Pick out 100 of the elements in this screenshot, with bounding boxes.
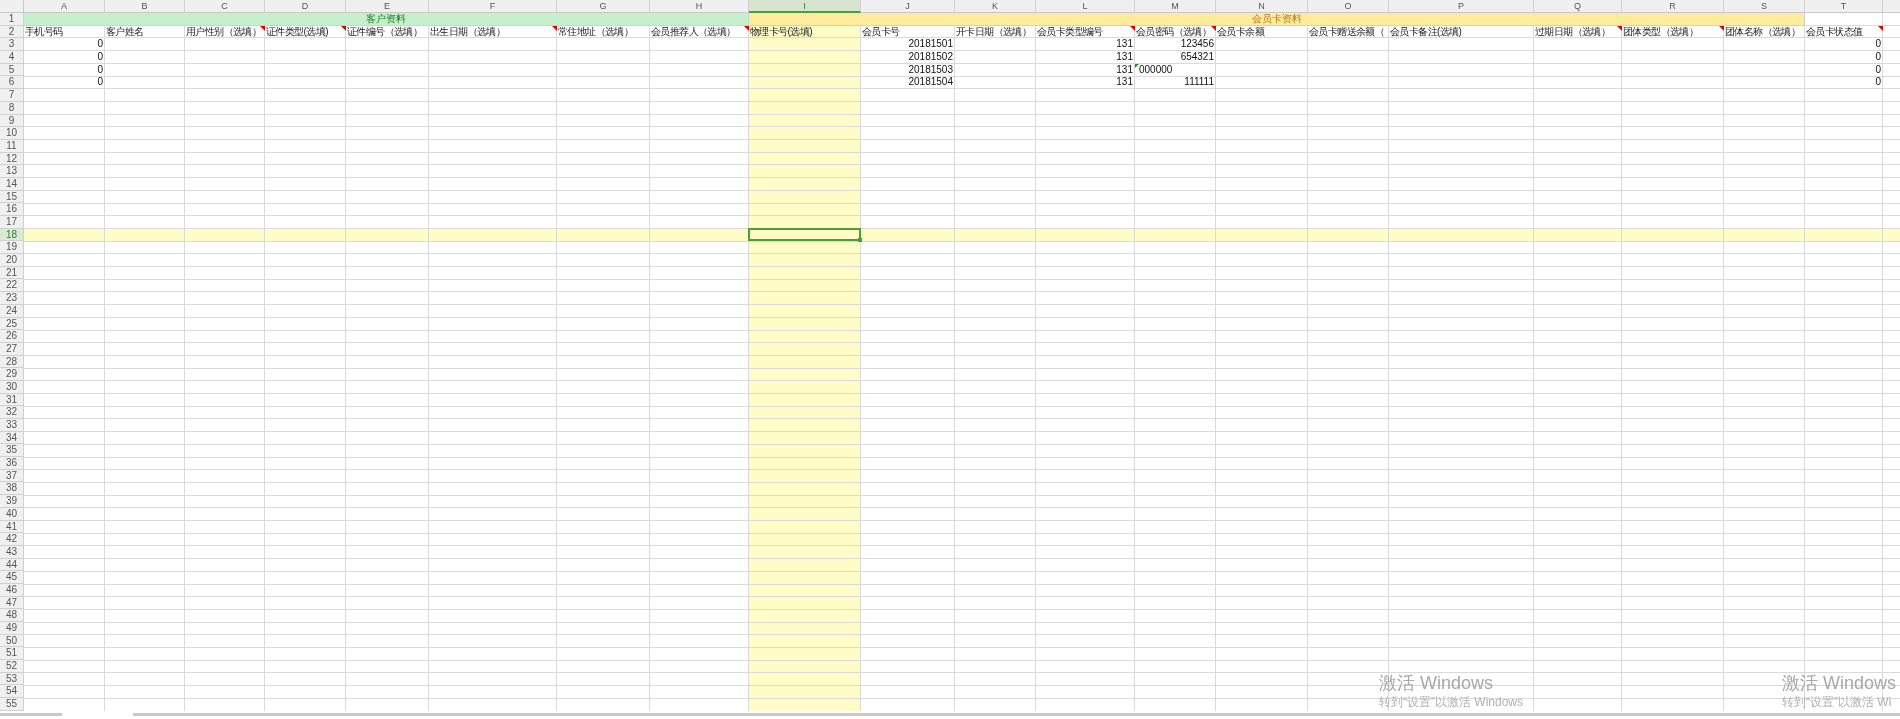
field-header: 出生日期（选填） bbox=[429, 25, 506, 38]
table-cell-text: 20181502 bbox=[908, 51, 954, 64]
table-cell-text: 131 bbox=[1116, 63, 1134, 77]
comment-indicator-icon[interactable] bbox=[1617, 25, 1622, 31]
row-header[interactable]: 1 bbox=[0, 13, 24, 26]
column-header[interactable]: B bbox=[105, 0, 185, 13]
comment-indicator-icon[interactable] bbox=[260, 25, 265, 31]
field-header: 会员卡备注(选填) bbox=[1389, 25, 1462, 38]
column-header[interactable]: I bbox=[749, 0, 861, 13]
section-header: 客户资料 bbox=[24, 13, 749, 26]
field-header: 客户姓名 bbox=[105, 25, 144, 38]
comment-indicator-icon[interactable] bbox=[1130, 25, 1135, 31]
field-header: 会员卡类型编号 bbox=[1036, 25, 1103, 38]
row-header[interactable]: 39 bbox=[0, 495, 24, 508]
row-header[interactable]: 54 bbox=[0, 685, 24, 699]
column-header[interactable]: M bbox=[1135, 0, 1216, 13]
table-cell-text: 20181501 bbox=[908, 38, 954, 52]
table-cell-text: 654321 bbox=[1180, 51, 1215, 64]
column-header-filler bbox=[1883, 0, 1900, 13]
fill-handle[interactable] bbox=[858, 238, 862, 243]
activation-hint: 转到“设置”以激活 Windows bbox=[1379, 694, 1523, 710]
table-cell-text: 131 bbox=[1116, 51, 1134, 64]
row-header[interactable]: 32 bbox=[0, 406, 24, 419]
row-header[interactable]: 10 bbox=[0, 127, 24, 140]
column-header[interactable]: D bbox=[265, 0, 346, 13]
column-header[interactable]: J bbox=[861, 0, 955, 13]
table-cell-text: 0 bbox=[97, 51, 104, 64]
section-header: 会员卡资料 bbox=[749, 13, 1805, 26]
comment-indicator-icon[interactable] bbox=[1211, 25, 1216, 31]
row-header[interactable]: 6 bbox=[0, 76, 24, 90]
column-header[interactable]: S bbox=[1724, 0, 1805, 13]
field-header: 开卡日期（选填） bbox=[955, 25, 1032, 38]
table-cell-text: 0 bbox=[97, 38, 104, 52]
row-header[interactable]: 52 bbox=[0, 660, 24, 673]
column-header[interactable]: O bbox=[1308, 0, 1389, 13]
row-header[interactable]: 3 bbox=[0, 38, 24, 52]
table-cell-text: 131 bbox=[1116, 38, 1134, 52]
row-header[interactable]: 29 bbox=[0, 368, 24, 381]
table-cell-text: 0 bbox=[1875, 76, 1882, 90]
row-header[interactable]: 4 bbox=[0, 51, 24, 64]
table-cell-text: 123456 bbox=[1180, 38, 1215, 52]
row-header[interactable]: 42 bbox=[0, 533, 24, 546]
row-header[interactable]: 7 bbox=[0, 89, 24, 102]
column-header[interactable]: G bbox=[557, 0, 650, 13]
field-header: 过期日期（选填） bbox=[1534, 25, 1611, 38]
row-header[interactable]: 26 bbox=[0, 330, 24, 343]
horizontal-scrollbar[interactable] bbox=[133, 712, 1900, 716]
table-cell: 000000 bbox=[1139, 63, 1173, 77]
field-header: 会员卡号 bbox=[861, 25, 900, 38]
row-header[interactable]: 17 bbox=[0, 216, 24, 229]
column-header[interactable]: T bbox=[1805, 0, 1883, 13]
column-header[interactable]: A bbox=[24, 0, 105, 13]
comment-indicator-icon[interactable] bbox=[1719, 25, 1724, 31]
error-indicator-icon[interactable] bbox=[1135, 63, 1139, 68]
table-cell-text: 0 bbox=[97, 76, 104, 90]
activation-title: 激活 Windows bbox=[1379, 672, 1495, 694]
field-header: 会员卡余额 bbox=[1216, 25, 1264, 38]
column-header[interactable]: E bbox=[346, 0, 429, 13]
row-header[interactable]: 22 bbox=[0, 279, 24, 293]
column-header[interactable]: Q bbox=[1534, 0, 1622, 13]
column-header[interactable]: N bbox=[1216, 0, 1308, 13]
column-header[interactable]: L bbox=[1036, 0, 1135, 13]
column-header[interactable]: F bbox=[429, 0, 557, 13]
selected-cell[interactable] bbox=[748, 227, 861, 242]
row-header[interactable]: 19 bbox=[0, 241, 24, 255]
row-header[interactable]: 38 bbox=[0, 482, 24, 496]
row-header[interactable]: 55 bbox=[0, 698, 24, 711]
comment-indicator-icon[interactable] bbox=[341, 25, 346, 31]
table-cell-text: 0 bbox=[97, 63, 104, 77]
comment-indicator-icon[interactable] bbox=[744, 25, 749, 31]
sheet-scrollbar[interactable] bbox=[0, 712, 62, 716]
row-header[interactable]: 20 bbox=[0, 254, 24, 267]
table-cell-text: 0 bbox=[1875, 38, 1882, 52]
comment-indicator-icon[interactable] bbox=[1878, 25, 1883, 31]
row-header[interactable]: 49 bbox=[0, 622, 24, 635]
field-header: 手机号码 bbox=[24, 25, 63, 38]
field-header: 常住地址（选填） bbox=[557, 25, 634, 38]
row-header[interactable]: 33 bbox=[0, 419, 24, 432]
table-cell-text: 131 bbox=[1116, 76, 1134, 90]
table-cell-text: 0 bbox=[1875, 51, 1882, 64]
column-header[interactable]: P bbox=[1389, 0, 1534, 13]
row-header[interactable]: 13 bbox=[0, 165, 24, 178]
field-header: 会员卡状态值 bbox=[1805, 25, 1863, 38]
row-header[interactable]: 36 bbox=[0, 457, 24, 470]
table-cell-text: 111111 bbox=[1184, 76, 1215, 90]
comment-indicator-icon[interactable] bbox=[552, 25, 557, 31]
field-header: 团体类型（选填） bbox=[1622, 25, 1699, 38]
activation-hint: 转到“设置”以激活 Wi bbox=[1782, 694, 1893, 710]
column-header[interactable]: R bbox=[1622, 0, 1724, 13]
field-header: 物理卡号(选填) bbox=[749, 25, 812, 38]
column-header[interactable]: C bbox=[185, 0, 265, 13]
column-header[interactable]: K bbox=[955, 0, 1036, 13]
row-header[interactable]: 35 bbox=[0, 444, 24, 458]
field-header: 会员卡赠送余额（ bbox=[1308, 25, 1385, 38]
column-header[interactable]: H bbox=[650, 0, 749, 13]
row-header[interactable]: 16 bbox=[0, 203, 24, 216]
row-header[interactable]: 51 bbox=[0, 647, 24, 661]
row-header[interactable]: 45 bbox=[0, 571, 24, 584]
row-header[interactable]: 48 bbox=[0, 609, 24, 622]
row-header[interactable]: 23 bbox=[0, 292, 24, 305]
